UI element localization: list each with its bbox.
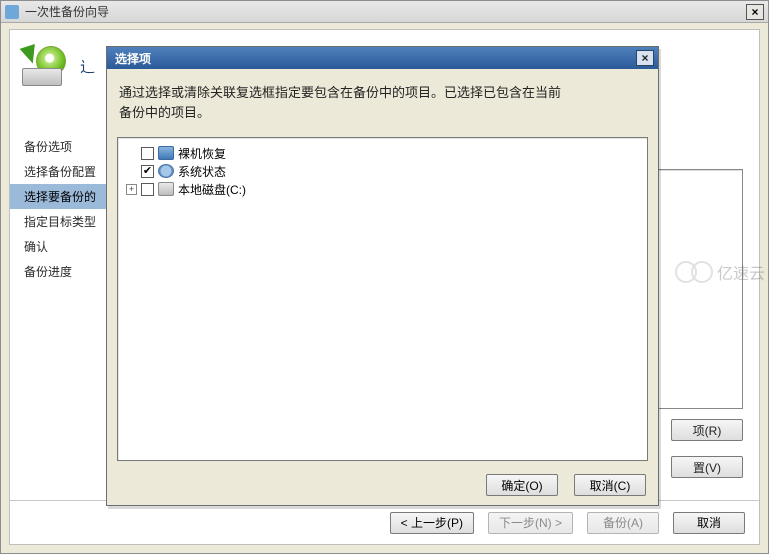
wizard-set-button[interactable]: 置(V): [671, 456, 743, 478]
tree-expander-plus[interactable]: +: [126, 184, 137, 195]
tree-label: 本地磁盘(C:): [178, 181, 246, 198]
wizard-step-opt[interactable]: 备份选项: [10, 134, 118, 159]
wizard-backup-button: 备份(A): [587, 512, 659, 534]
wizard-title-icon: [5, 5, 19, 19]
wizard-item-button[interactable]: 项(R): [671, 419, 743, 441]
wizard-footer: < 上一步(P) 下一步(N) > 备份(A) 取消: [10, 500, 759, 544]
dialog-instruction-line1: 通过选择或清除关联复选框指定要包含在备份中的项目。已选择已包含在当前: [119, 85, 561, 100]
wizard-step-list: 备份选项 选择备份配置 选择要备份的 指定目标类型 确认 备份进度: [10, 126, 118, 494]
checkbox-system-state[interactable]: ✔: [141, 165, 154, 178]
monitor-icon: [158, 146, 174, 160]
dialog-titlebar: 选择项 ×: [107, 47, 658, 69]
wizard-titlebar: 一次性备份向导 ×: [1, 1, 768, 23]
items-tree[interactable]: 裸机恢复 ✔ 系统状态 + 本地磁盘(C:): [117, 137, 648, 461]
wizard-next-button: 下一步(N) >: [488, 512, 573, 534]
wizard-close-button[interactable]: ×: [746, 4, 764, 20]
watermark-text: 亿速云: [717, 260, 765, 284]
wizard-prev-button[interactable]: < 上一步(P): [390, 512, 474, 534]
wizard-step-config[interactable]: 选择备份配置: [10, 159, 118, 184]
dialog-footer: 确定(O) 取消(C): [107, 465, 658, 505]
drive-icon: [158, 182, 174, 196]
wizard-step-items[interactable]: 选择要备份的: [10, 184, 118, 209]
wizard-step-progress[interactable]: 备份进度: [10, 259, 118, 284]
dialog-ok-button[interactable]: 确定(O): [486, 474, 558, 496]
select-items-dialog: 选择项 × 通过选择或清除关联复选框指定要包含在备份中的项目。已选择已包含在当前…: [106, 46, 659, 506]
wizard-backup-icon: [22, 46, 68, 86]
dialog-instruction-line2: 备份中的项目。: [119, 105, 210, 120]
wizard-cancel-button[interactable]: 取消: [673, 512, 745, 534]
dialog-title: 选择项: [111, 50, 636, 67]
dialog-cancel-button[interactable]: 取消(C): [574, 474, 646, 496]
checkbox-bare-recovery[interactable]: [141, 147, 154, 160]
wizard-step-confirm[interactable]: 确认: [10, 234, 118, 259]
wizard-heading: 辶: [80, 56, 95, 77]
tree-expander: [126, 166, 137, 177]
tree-node-local-disk-c[interactable]: + 本地磁盘(C:): [122, 180, 643, 198]
wizard-step-target[interactable]: 指定目标类型: [10, 209, 118, 234]
checkbox-local-disk-c[interactable]: [141, 183, 154, 196]
dialog-body: 通过选择或清除关联复选框指定要包含在备份中的项目。已选择已包含在当前 备份中的项…: [117, 77, 648, 461]
tree-node-system-state[interactable]: ✔ 系统状态: [122, 162, 643, 180]
tree-label: 系统状态: [178, 163, 226, 180]
tree-expander: [126, 148, 137, 159]
tree-node-bare-recovery[interactable]: 裸机恢复: [122, 144, 643, 162]
wizard-title: 一次性备份向导: [25, 3, 746, 20]
dialog-close-button[interactable]: ×: [636, 50, 654, 66]
gear-icon: [158, 164, 174, 178]
tree-label: 裸机恢复: [178, 145, 226, 162]
dialog-instruction: 通过选择或清除关联复选框指定要包含在备份中的项目。已选择已包含在当前 备份中的项…: [117, 77, 648, 124]
watermark: 亿速云: [675, 260, 765, 284]
